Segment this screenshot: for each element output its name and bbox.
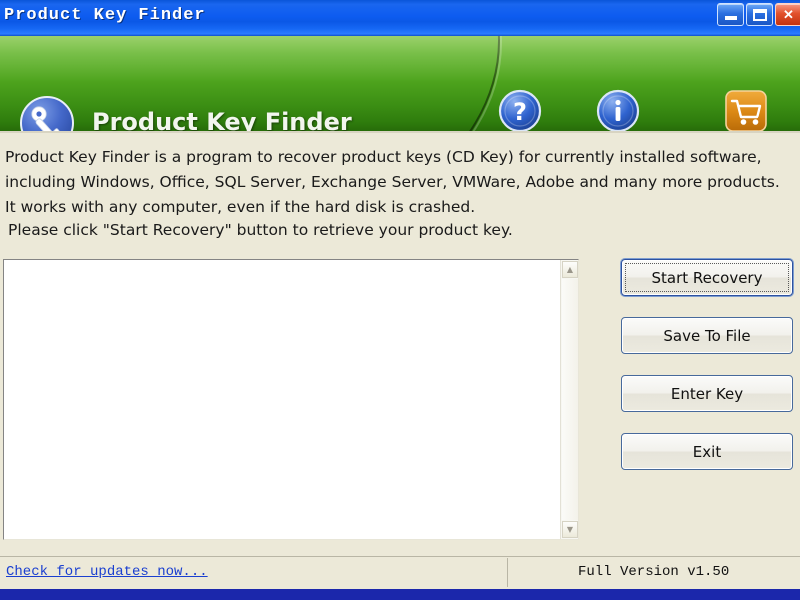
scrollbar-track[interactable] — [562, 279, 578, 520]
exit-button[interactable]: Exit — [621, 433, 793, 470]
exit-label: Exit — [692, 442, 722, 461]
buy-now-button[interactable]: Buy Now — [703, 89, 789, 131]
description-text: Product Key Finder is a program to recov… — [5, 148, 780, 216]
results-listbox[interactable]: ▲ ▼ — [3, 259, 579, 540]
key-icon — [20, 96, 74, 131]
minimize-button[interactable] — [717, 3, 744, 26]
results-list[interactable] — [4, 260, 560, 539]
check-for-updates-link[interactable]: Check for updates now... — [6, 564, 208, 580]
enter-key-button[interactable]: Enter Key — [621, 375, 793, 412]
start-recovery-label: Start Recovery — [651, 268, 763, 287]
application-window: Product Key Finder ✕ Product Key Finder … — [0, 0, 800, 600]
header-banner: Product Key Finder ? Help — [0, 36, 800, 131]
vertical-scrollbar[interactable]: ▲ ▼ — [560, 260, 578, 539]
title-bar: Product Key Finder ✕ — [0, 0, 800, 36]
window-bottom-border — [0, 589, 800, 600]
close-button[interactable]: ✕ — [775, 3, 800, 26]
maximize-icon — [753, 9, 767, 21]
shopping-cart-icon — [725, 90, 767, 131]
content-panel: Product Key Finder is a program to recov… — [0, 131, 800, 556]
maximize-button[interactable] — [746, 3, 773, 26]
window-controls: ✕ — [717, 3, 800, 26]
question-mark-icon: ? — [498, 89, 542, 131]
minimize-icon — [725, 16, 737, 20]
version-label: Full Version v1.50 — [578, 564, 730, 580]
help-button[interactable]: ? Help — [477, 89, 563, 131]
close-icon: ✕ — [783, 7, 794, 22]
prompt-text: Please click "Start Recovery" button to … — [8, 221, 513, 239]
scroll-up-icon[interactable]: ▲ — [562, 261, 578, 278]
save-to-file-button[interactable]: Save To File — [621, 317, 793, 354]
start-recovery-button[interactable]: Start Recovery — [621, 259, 793, 296]
about-button[interactable]: About — [575, 89, 661, 131]
window-title: Product Key Finder — [4, 6, 206, 25]
save-to-file-label: Save To File — [663, 326, 751, 345]
scroll-down-icon[interactable]: ▼ — [562, 521, 578, 538]
banner-title: Product Key Finder — [92, 108, 352, 131]
enter-key-label: Enter Key — [670, 384, 744, 403]
panel-divider — [0, 131, 800, 133]
status-bar: Check for updates now... Full Version v1… — [0, 556, 800, 590]
info-icon — [596, 89, 640, 131]
svg-text:?: ? — [513, 98, 527, 126]
